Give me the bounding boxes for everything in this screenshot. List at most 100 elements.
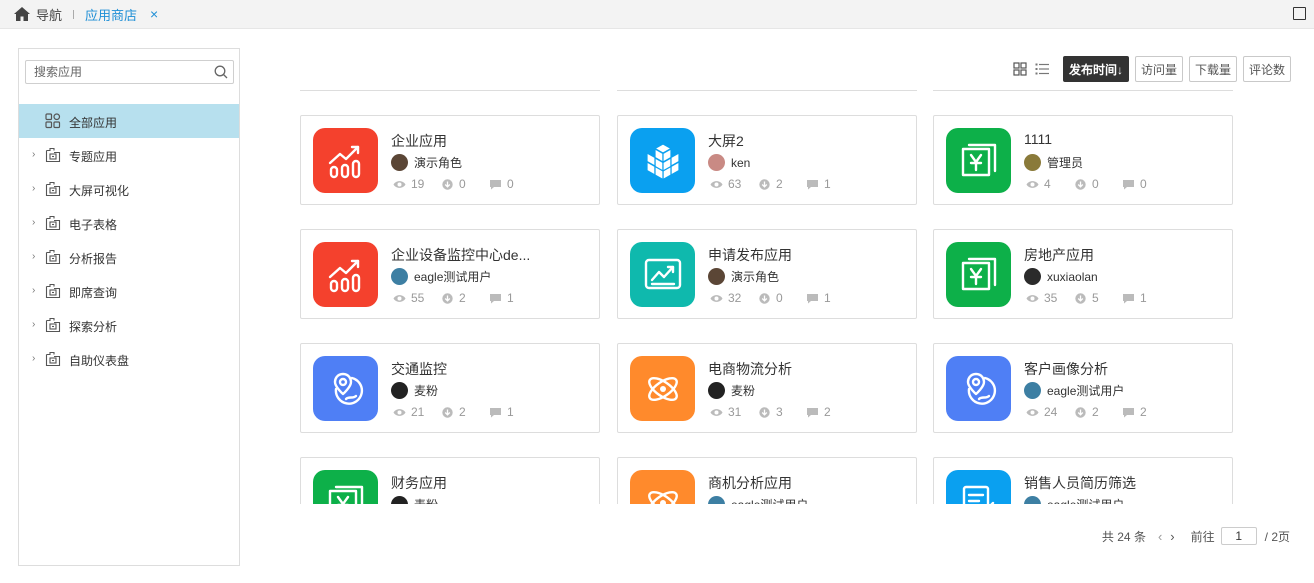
avatar — [708, 496, 725, 504]
sidebar-item[interactable]: › 分析报告 — [19, 240, 239, 274]
download-count: 2 — [1074, 405, 1122, 419]
avatar — [391, 268, 408, 285]
download-icon — [442, 292, 453, 304]
app-stats: 63 2 1 — [710, 177, 854, 191]
expand-arrow-icon[interactable]: › — [32, 285, 40, 296]
sidebar-item[interactable]: › 自助仪表盘 — [19, 342, 239, 376]
app-card[interactable]: 1111 管理员 4 0 0 — [933, 115, 1233, 205]
eye-icon — [393, 180, 406, 188]
comment-icon — [490, 407, 501, 417]
sort-downloads-button[interactable]: 下载量 — [1188, 56, 1237, 82]
download-count: 2 — [441, 405, 489, 419]
search-icon[interactable] — [214, 65, 228, 79]
comment-icon — [490, 179, 501, 189]
row-divider — [933, 90, 1233, 91]
prev-page-button[interactable]: ‹ — [1158, 529, 1162, 544]
pagination: 共 24 条 ‹ › 前往 / 2页 — [1102, 527, 1290, 545]
sort-comments-button[interactable]: 评论数 — [1242, 56, 1291, 82]
expand-arrow-icon[interactable]: › — [32, 353, 40, 364]
app-card[interactable]: 财务应用麦粉 — [300, 457, 600, 504]
download-icon — [442, 178, 453, 190]
view-count-value: 4 — [1044, 177, 1051, 191]
owner-name: 管理员 — [1047, 156, 1084, 170]
tab-close-icon[interactable]: × — [150, 6, 158, 22]
cubes-icon — [630, 128, 695, 193]
app-card[interactable]: 销售人员简历筛选 eagle测试用户 — [933, 457, 1233, 504]
app-owner: 管理员 — [1024, 154, 1083, 171]
app-card[interactable]: 大屏2 ken 63 2 1 — [617, 115, 917, 205]
expand-arrow-icon[interactable]: › — [32, 251, 40, 262]
next-page-button[interactable]: › — [1170, 529, 1174, 544]
goto-label: 前往 — [1190, 529, 1215, 544]
app-owner: eagle测试用户 — [1024, 382, 1124, 399]
view-count: 63 — [710, 177, 758, 191]
app-card[interactable]: 电商物流分析 麦粉 31 3 2 — [617, 343, 917, 433]
avatar — [391, 496, 408, 504]
tab-app-store[interactable]: 应用商店 — [85, 5, 137, 24]
sidebar-item-label: 全部应用 — [69, 116, 118, 130]
folder-icon — [45, 147, 61, 163]
app-card[interactable]: 交通监控 麦粉 21 2 1 — [300, 343, 600, 433]
download-count: 0 — [1074, 177, 1122, 191]
app-stats: 35 5 1 — [1026, 291, 1170, 305]
row-divider — [617, 90, 917, 91]
list-view-icon[interactable] — [1035, 62, 1049, 76]
app-card[interactable]: 客户画像分析 eagle测试用户 24 2 2 — [933, 343, 1233, 433]
owner-name: eagle测试用户 — [1047, 384, 1125, 398]
app-owner: ken — [708, 154, 750, 171]
sort-publish-time-button[interactable]: 发布时间↓ — [1062, 56, 1129, 82]
download-icon — [759, 178, 770, 190]
app-title: 房地产应用 — [1024, 247, 1094, 263]
sidebar-item[interactable]: › 专题应用 — [19, 138, 239, 172]
category-sidebar: 全部应用 › 专题应用 › 大屏可视化 › 电子表格 › 分析报告 › 即席查询 › 探索分析 › 自助仪表… — [18, 48, 240, 566]
owner-name: ken — [731, 155, 751, 170]
bar-chart-up-icon — [313, 242, 378, 307]
download-count-value: 5 — [1092, 291, 1099, 305]
maximize-icon[interactable] — [1293, 7, 1306, 20]
download-icon — [442, 406, 453, 418]
view-count: 24 — [1026, 405, 1074, 419]
comment-icon — [1123, 179, 1134, 189]
app-stats: 4 0 0 — [1026, 177, 1170, 191]
expand-arrow-icon[interactable]: › — [32, 183, 40, 194]
comment-count-value: 1 — [824, 177, 831, 191]
owner-name: xuxiaolan — [1047, 269, 1098, 284]
expand-arrow-icon[interactable]: › — [32, 149, 40, 160]
app-owner: 麦粉 — [391, 382, 438, 399]
app-card[interactable]: 商机分析应用 eagle测试用户 — [617, 457, 917, 504]
app-owner: eagle测试用户 — [708, 496, 808, 504]
download-count-value: 2 — [776, 177, 783, 191]
sidebar-item[interactable]: 全部应用 — [19, 104, 239, 138]
app-card[interactable]: 申请发布应用 演示角色 32 0 1 — [617, 229, 917, 319]
map-pin-globe-icon — [313, 356, 378, 421]
sidebar-item[interactable]: › 电子表格 — [19, 206, 239, 240]
expand-arrow-icon[interactable]: › — [32, 319, 40, 330]
sort-toolbar: 发布时间↓ 访问量 下载量 评论数 — [1013, 56, 1291, 82]
sidebar-item[interactable]: › 探索分析 — [19, 308, 239, 342]
yen-doc-icon — [313, 470, 378, 504]
sidebar-item[interactable]: › 大屏可视化 — [19, 172, 239, 206]
app-stats: 32 0 1 — [710, 291, 854, 305]
total-count: 共 24 条 — [1101, 529, 1146, 544]
eye-icon — [710, 294, 723, 302]
expand-arrow-icon[interactable]: › — [32, 217, 40, 228]
download-count: 2 — [441, 291, 489, 305]
app-title: 交通监控 — [391, 361, 447, 377]
avatar — [708, 154, 725, 171]
sidebar-item-label: 大屏可视化 — [69, 184, 130, 198]
comment-icon — [1123, 407, 1134, 417]
search-input[interactable] — [34, 65, 209, 79]
sidebar-item-label: 即席查询 — [69, 286, 118, 300]
page-number-input[interactable] — [1220, 527, 1257, 545]
sidebar-item[interactable]: › 即席查询 — [19, 274, 239, 308]
app-card[interactable]: 企业设备监控中心de... eagle测试用户 55 2 1 — [300, 229, 600, 319]
sort-visits-button[interactable]: 访问量 — [1134, 56, 1183, 82]
home-tab-label: 导航 — [36, 7, 63, 23]
avatar — [1024, 268, 1041, 285]
app-card[interactable]: 企业应用 演示角色 19 0 0 — [300, 115, 600, 205]
home-tab[interactable]: 导航 — [14, 5, 62, 24]
app-card[interactable]: 房地产应用 xuxiaolan 35 5 1 — [933, 229, 1233, 319]
owner-name: eagle测试用户 — [731, 496, 808, 504]
view-count-value: 21 — [411, 405, 425, 419]
grid-view-icon[interactable] — [1013, 62, 1027, 76]
